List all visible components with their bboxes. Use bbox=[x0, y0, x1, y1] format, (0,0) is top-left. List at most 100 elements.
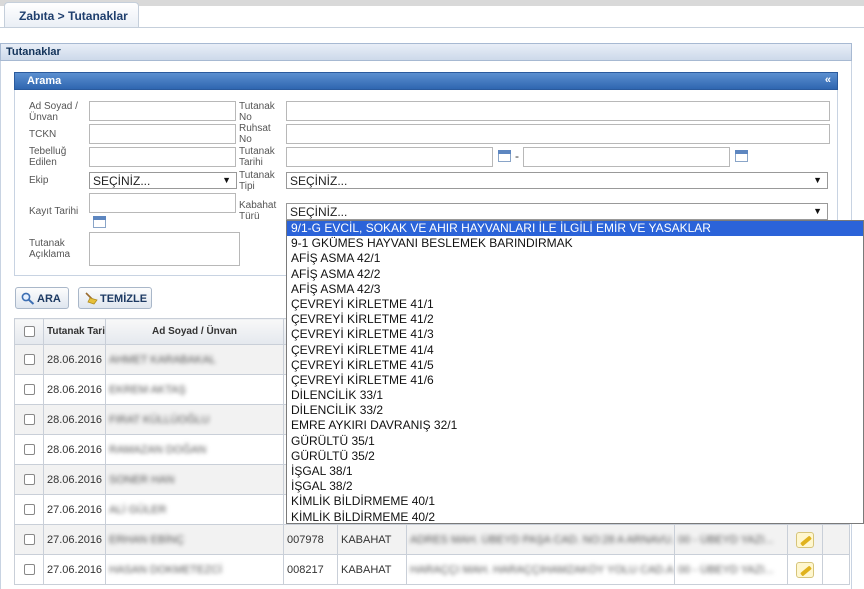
row-date: 28.06.2016 bbox=[43, 344, 106, 375]
label-ekip: Ekip bbox=[29, 175, 49, 186]
search-title: Arama bbox=[27, 75, 62, 87]
label-tutanak-tipi: Tutanak Tipi bbox=[239, 170, 275, 192]
ad-soyad-input[interactable] bbox=[89, 101, 236, 121]
dropdown-option[interactable]: İŞGAL 38/1 bbox=[287, 464, 863, 479]
kabahat-turu-dropdown-list[interactable]: 9/1-G EVCİL, SOKAK VE AHIR HAYVANLARI İL… bbox=[286, 220, 864, 524]
column-header-tutanak-tarihi[interactable]: Tutanak Tarihi bbox=[43, 318, 106, 345]
row-date: 28.06.2016 bbox=[43, 404, 106, 435]
label-tebellug: Tebelluğ Edilen bbox=[29, 146, 67, 168]
dropdown-option[interactable]: İŞGAL 38/2 bbox=[287, 479, 863, 494]
dropdown-option[interactable]: ÇEVREYİ KİRLETME 41/1 bbox=[287, 297, 863, 312]
dropdown-option[interactable]: KİMLİK BİLDİRMEME 40/1 bbox=[287, 494, 863, 509]
tutanak-tarihi-end-input[interactable] bbox=[523, 147, 730, 167]
table-row[interactable]: 27.06.2016 HASAN DOKMETEZCİ 008217 KABAH… bbox=[14, 554, 850, 585]
calendar-icon[interactable] bbox=[93, 216, 106, 228]
tutanak-tarihi-start-input[interactable] bbox=[286, 147, 493, 167]
row-name: RAMAZAN DOĞAN bbox=[105, 434, 284, 465]
row-checkbox-cell bbox=[14, 554, 44, 585]
edit-icon[interactable] bbox=[796, 531, 814, 548]
row-tutanak-no: 008217 bbox=[283, 554, 338, 585]
dropdown-option[interactable]: GÜRÜLTÜ 35/2 bbox=[287, 449, 863, 464]
column-header-ad-soyad[interactable]: Ad Soyad / Ünvan bbox=[105, 318, 284, 345]
dropdown-option[interactable]: ÇEVREYİ KİRLETME 41/2 bbox=[287, 312, 863, 327]
row-checkbox[interactable] bbox=[23, 354, 35, 366]
label-ruhsat-no: Ruhsat No bbox=[239, 123, 271, 145]
dropdown-option[interactable]: 9-1 GKÜMES HAYVANI BESLEMEK BARINDIRMAK bbox=[287, 236, 863, 251]
dropdown-option[interactable]: AFİŞ ASMA 42/2 bbox=[287, 267, 863, 282]
row-checkbox-cell bbox=[14, 494, 44, 525]
tckn-input[interactable] bbox=[89, 124, 236, 144]
chevron-down-icon: ▼ bbox=[813, 175, 822, 185]
breadcrumb-root[interactable]: Zabıta bbox=[19, 9, 54, 23]
row-name: HASAN DOKMETEZCİ bbox=[105, 554, 284, 585]
tebellug-input[interactable] bbox=[89, 147, 236, 167]
row-checkbox[interactable] bbox=[23, 444, 35, 456]
kabahat-turu-select-value: SEÇİNİZ... bbox=[290, 205, 348, 219]
row-checkbox-cell bbox=[14, 344, 44, 375]
row-checkbox[interactable] bbox=[23, 504, 35, 516]
clear-button[interactable]: TEMİZLE bbox=[78, 287, 152, 309]
dropdown-option[interactable]: GÜRÜLTÜ 35/1 bbox=[287, 434, 863, 449]
chevron-down-icon: ▼ bbox=[222, 175, 231, 185]
dropdown-option[interactable]: EMRE AYKIRI DAVRANIŞ 32/1 bbox=[287, 418, 863, 433]
row-extra-text: 00 - ÜBEYD YAZI... bbox=[678, 563, 774, 576]
tutanak-tipi-select[interactable]: SEÇİNİZ... ▼ bbox=[286, 172, 828, 189]
dropdown-option[interactable]: ÇEVREYİ KİRLETME 41/4 bbox=[287, 343, 863, 358]
dropdown-option[interactable]: KİMLİK BİLDİRMEME 40/2 bbox=[287, 510, 863, 523]
ekip-select[interactable]: SEÇİNİZ... ▼ bbox=[89, 172, 237, 189]
dropdown-option[interactable]: ÇEVREYİ KİRLETME 41/6 bbox=[287, 373, 863, 388]
chevron-down-icon: ▼ bbox=[813, 206, 822, 216]
row-checkbox[interactable] bbox=[23, 564, 35, 576]
row-action-cell bbox=[787, 524, 823, 555]
date-range-separator: - bbox=[515, 149, 519, 163]
edit-icon[interactable] bbox=[796, 561, 814, 578]
aciklama-textarea[interactable] bbox=[89, 232, 240, 266]
ruhsat-no-input[interactable] bbox=[286, 124, 830, 144]
row-type: KABAHAT bbox=[337, 554, 407, 585]
select-all-checkbox[interactable] bbox=[23, 325, 35, 337]
dropdown-option[interactable]: DİLENCİLİK 33/2 bbox=[287, 403, 863, 418]
breadcrumb-divider bbox=[0, 27, 864, 28]
search-panel-header: Arama « bbox=[14, 72, 838, 90]
row-cell bbox=[822, 524, 850, 555]
table-row[interactable]: 27.06.2016 ERHAN EBİNÇ 007978 KABAHAT AD… bbox=[14, 524, 850, 555]
label-ad-soyad: Ad Soyad / Ünvan bbox=[29, 101, 78, 123]
row-name-text: ALİ GÜLER bbox=[109, 503, 167, 516]
label-tutanak-no: Tutanak No bbox=[239, 101, 275, 123]
row-date: 27.06.2016 bbox=[43, 494, 106, 525]
calendar-icon[interactable] bbox=[498, 150, 511, 162]
row-checkbox[interactable] bbox=[23, 414, 35, 426]
row-name: SONER HAN bbox=[105, 464, 284, 495]
row-checkbox[interactable] bbox=[23, 534, 35, 546]
calendar-icon[interactable] bbox=[735, 150, 748, 162]
kabahat-turu-select[interactable]: SEÇİNİZ... ▼ bbox=[286, 203, 828, 220]
row-checkbox[interactable] bbox=[23, 474, 35, 486]
row-name-text: AHMET KARABAKAL bbox=[109, 353, 216, 366]
dropdown-option[interactable]: DİLENCİLİK 33/1 bbox=[287, 388, 863, 403]
row-name-text: ERHAN EBİNÇ bbox=[109, 533, 185, 546]
row-name: ALİ GÜLER bbox=[105, 494, 284, 525]
row-checkbox[interactable] bbox=[23, 384, 35, 396]
label-tutanak-tarihi: Tutanak Tarihi bbox=[239, 146, 275, 168]
dropdown-option[interactable]: 9/1-G EVCİL, SOKAK VE AHIR HAYVANLARI İL… bbox=[287, 221, 863, 237]
breadcrumb: Zabıta > Tutanaklar bbox=[4, 2, 139, 28]
label-aciklama: Tutanak Açıklama bbox=[29, 238, 71, 260]
dropdown-option[interactable]: ÇEVREYİ KİRLETME 41/5 bbox=[287, 358, 863, 373]
breadcrumb-current: Tutanaklar bbox=[68, 9, 128, 23]
kayit-tarihi-input[interactable] bbox=[89, 193, 236, 213]
row-action-cell bbox=[787, 554, 823, 585]
collapse-icon[interactable]: « bbox=[825, 74, 831, 86]
dropdown-option[interactable]: AFİŞ ASMA 42/1 bbox=[287, 251, 863, 266]
dropdown-option[interactable]: AFİŞ ASMA 42/3 bbox=[287, 282, 863, 297]
ekip-select-value: SEÇİNİZ... bbox=[93, 174, 151, 188]
row-address: ADRES MAH. ÜBEYD PAŞA CAD. NO:28 A ARNAV… bbox=[406, 524, 675, 555]
label-kabahat-turu: Kabahat Türü bbox=[239, 200, 277, 222]
dropdown-option[interactable]: ÇEVREYİ KİRLETME 41/3 bbox=[287, 327, 863, 342]
row-checkbox-cell bbox=[14, 464, 44, 495]
row-name: EKREM AKTAŞ bbox=[105, 374, 284, 405]
label-kayit-tarihi: Kayıt Tarihi bbox=[29, 206, 79, 217]
tutanak-no-input[interactable] bbox=[286, 101, 830, 121]
label-tckn: TCKN bbox=[29, 129, 57, 140]
row-date: 28.06.2016 bbox=[43, 464, 106, 495]
search-button[interactable]: ARA bbox=[15, 287, 69, 309]
